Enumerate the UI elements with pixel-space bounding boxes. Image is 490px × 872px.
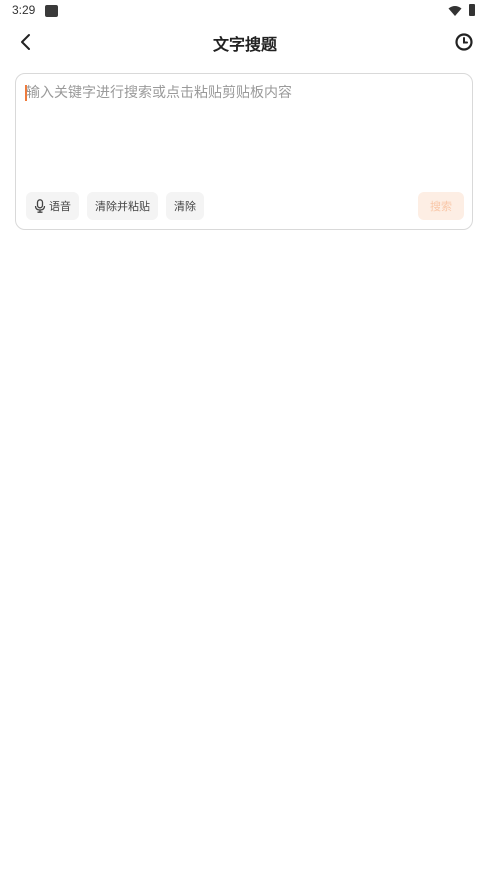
search-button[interactable]: 搜索: [418, 192, 464, 220]
clear-label: 清除: [174, 200, 196, 213]
navigation-bar: 文字搜题: [0, 22, 490, 64]
voice-input-button[interactable]: 语音: [26, 192, 79, 220]
history-button[interactable]: [453, 31, 475, 53]
search-button-label: 搜索: [430, 200, 452, 213]
search-text-input[interactable]: [26, 84, 462, 184]
search-input-card: 语音 清除并粘贴 清除 搜索: [15, 73, 473, 230]
wifi-icon: [448, 6, 462, 16]
clear-and-paste-label: 清除并粘贴: [95, 200, 150, 213]
status-time: 3:29: [12, 3, 36, 17]
page-title: 文字搜题: [212, 35, 277, 54]
clear-and-paste-button[interactable]: 清除并粘贴: [87, 192, 158, 220]
input-action-row: 语音 清除并粘贴 清除: [26, 192, 204, 220]
voice-input-label: 语音: [49, 200, 71, 213]
notification-app-icon: [45, 5, 58, 17]
clear-button[interactable]: 清除: [166, 192, 204, 220]
clock-icon: [455, 33, 473, 51]
battery-icon: [469, 4, 475, 16]
microphone-icon: [34, 199, 46, 213]
status-bar: 3:29: [0, 0, 490, 22]
